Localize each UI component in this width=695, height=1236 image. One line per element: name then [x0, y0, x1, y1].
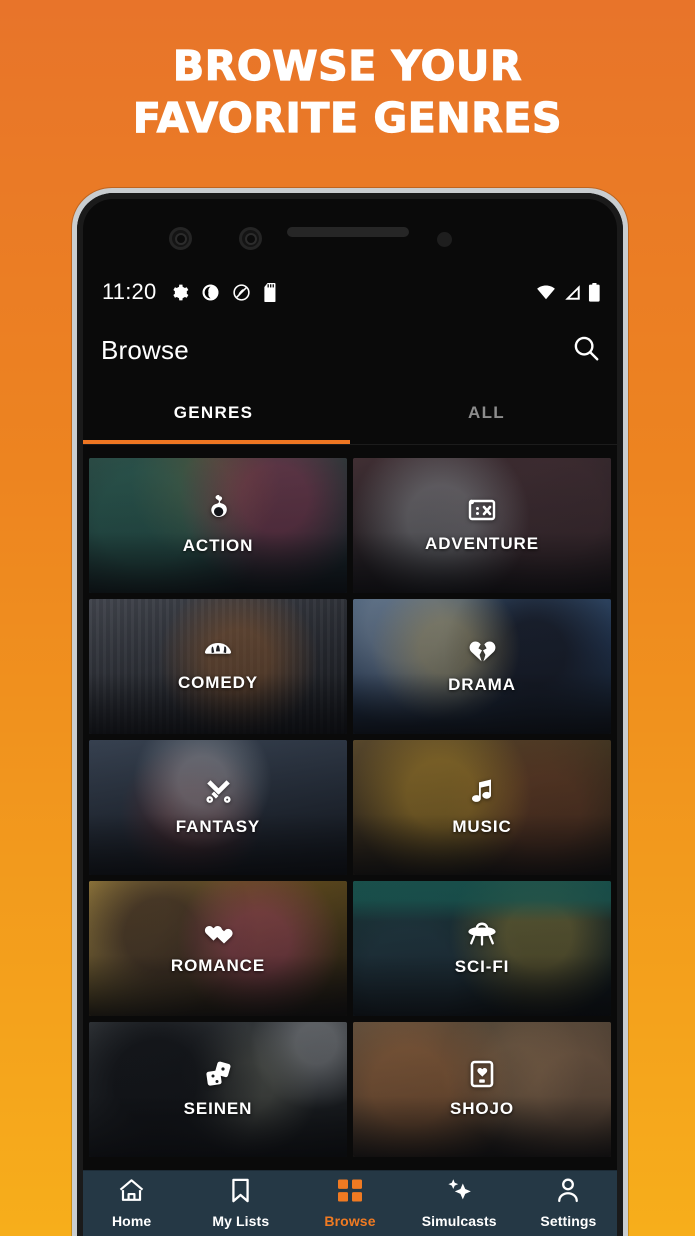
tab-all-label: ALL: [468, 402, 505, 422]
tab-genres[interactable]: GENRES: [77, 381, 350, 444]
proximity-sensor-icon: [437, 232, 452, 247]
headline-line-2: FAVORITE GENRES: [132, 93, 563, 142]
nav-label-my-lists: My Lists: [212, 1213, 270, 1229]
page-title: Browse: [101, 334, 189, 365]
genre-card-label: COMEDY: [177, 673, 259, 692]
phone-heart-icon: [470, 1060, 494, 1093]
genre-card-music[interactable]: MUSIC: [353, 740, 611, 875]
status-bar-system-icons: [535, 282, 601, 302]
nav-label-home: Home: [111, 1213, 152, 1229]
ufo-icon: [467, 921, 497, 951]
nav-item-settings[interactable]: Settings: [514, 1171, 623, 1236]
grid-icon: [337, 1178, 363, 1208]
genre-card-label: SEINEN: [183, 1098, 253, 1118]
status-bar-clock: 11:20: [102, 279, 157, 304]
wifi-icon: [537, 285, 555, 299]
genre-card-label: ROMANCE: [170, 955, 266, 975]
sd-card-icon: [264, 282, 276, 302]
sword-icon: [205, 778, 232, 811]
genre-card-label: SHOJO: [449, 1099, 515, 1118]
do-not-disturb-icon: [233, 283, 251, 301]
genre-card-label: MUSIC: [452, 817, 512, 836]
genre-card-label: SCI-FI: [454, 956, 510, 976]
home-icon: [118, 1178, 145, 1208]
genre-card-label: DRAMA: [448, 674, 516, 694]
front-camera-icon: [169, 227, 192, 250]
phone-screen: 11:20 Browse GENRES ALL ACTION ADVENTURE…: [77, 193, 623, 1236]
tab-genres-label: GENRES: [173, 402, 254, 422]
gear-icon: [173, 284, 189, 300]
tab-all[interactable]: ALL: [350, 381, 623, 444]
genre-card-label: ADVENTURE: [425, 534, 539, 553]
phone-sensor-cluster: [77, 221, 623, 257]
nav-item-browse[interactable]: Browse: [295, 1171, 404, 1236]
genre-card-fantasy[interactable]: FANTASY: [89, 740, 347, 875]
laugh-fan-icon: [203, 640, 233, 667]
tab-active-indicator: [77, 440, 350, 444]
nav-label-simulcasts: Simulcasts: [421, 1213, 497, 1229]
nav-label-settings: Settings: [540, 1213, 597, 1229]
cell-signal-icon: [565, 284, 580, 300]
fist-icon: [205, 494, 231, 530]
nav-item-my-lists[interactable]: My Lists: [186, 1171, 295, 1236]
genre-card-shojo[interactable]: SHOJO: [353, 1022, 611, 1157]
nav-item-simulcasts[interactable]: Simulcasts: [405, 1171, 514, 1236]
dice-icon: [205, 1061, 232, 1093]
front-camera-secondary-icon: [239, 227, 262, 250]
app-bar: Browse: [77, 319, 623, 381]
bookmark-icon: [230, 1178, 251, 1208]
sparkles-icon: [446, 1178, 473, 1208]
genre-card-romance[interactable]: ROMANCE: [89, 881, 347, 1016]
genre-card-action[interactable]: ACTION: [89, 458, 347, 593]
promo-headline: BROWSE YOUR FAVORITE GENRES: [0, 40, 695, 144]
dark-mode-icon: [203, 284, 219, 300]
status-bar: 11:20: [77, 273, 623, 311]
genre-card-label: FANTASY: [175, 817, 261, 836]
phone-mockup: 11:20 Browse GENRES ALL ACTION ADVENTURE…: [72, 188, 628, 1236]
genre-card-comedy[interactable]: COMEDY: [89, 599, 347, 734]
genre-grid: ACTION ADVENTURE COMEDY DRAMA FANTASY MU…: [77, 452, 623, 1170]
bottom-navigation: Home My Lists Browse Simulcasts Settings: [77, 1170, 623, 1236]
treasure-map-icon: [467, 497, 497, 528]
broken-heart-icon: [468, 639, 497, 669]
nav-item-home[interactable]: Home: [77, 1171, 186, 1236]
two-hearts-icon: [203, 922, 234, 950]
earpiece-speaker: [287, 227, 409, 237]
music-note-icon: [470, 778, 494, 811]
browse-tabs: GENRES ALL: [77, 381, 623, 445]
genre-card-label: ACTION: [182, 536, 254, 555]
battery-icon: [588, 282, 600, 302]
headline-line-1: BROWSE YOUR: [172, 41, 523, 90]
genre-card-drama[interactable]: DRAMA: [353, 599, 611, 734]
search-icon[interactable]: [571, 333, 601, 368]
status-bar-notification-icons: [170, 282, 280, 302]
genre-card-seinen[interactable]: SEINEN: [89, 1022, 347, 1157]
nav-label-browse: Browse: [324, 1213, 376, 1229]
person-icon: [556, 1178, 580, 1208]
genre-card-scifi[interactable]: SCI-FI: [353, 881, 611, 1016]
genre-card-adventure[interactable]: ADVENTURE: [353, 458, 611, 593]
